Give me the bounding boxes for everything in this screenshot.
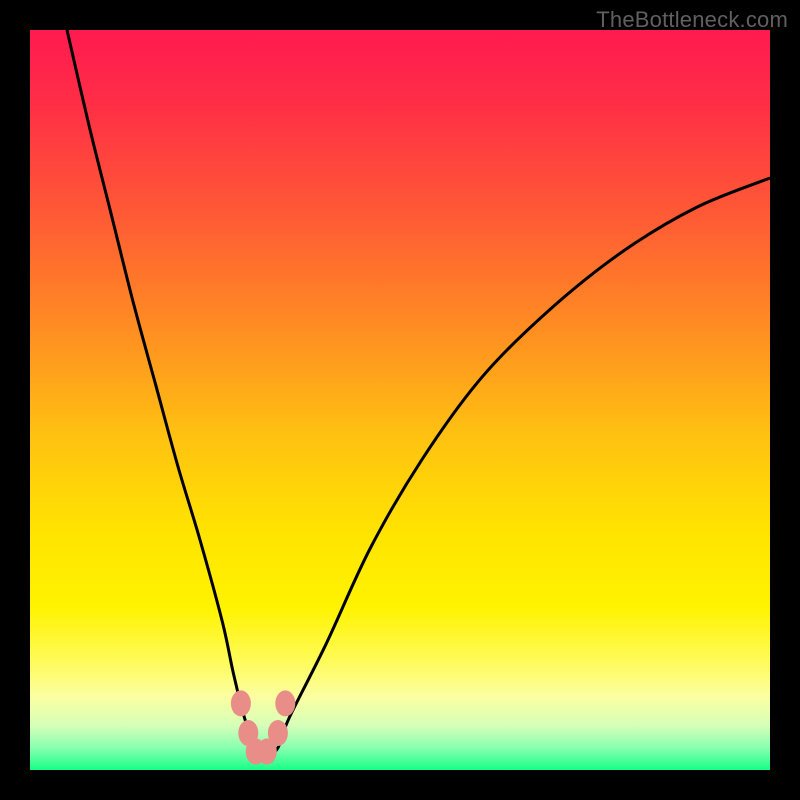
watermark-text: TheBottleneck.com xyxy=(596,7,788,33)
chart-plot-area xyxy=(30,30,770,770)
bottleneck-curve xyxy=(67,30,770,755)
marker-point xyxy=(268,720,288,746)
marker-point xyxy=(275,690,295,716)
curve-markers xyxy=(231,690,295,764)
chart-svg xyxy=(30,30,770,770)
marker-point xyxy=(231,690,251,716)
